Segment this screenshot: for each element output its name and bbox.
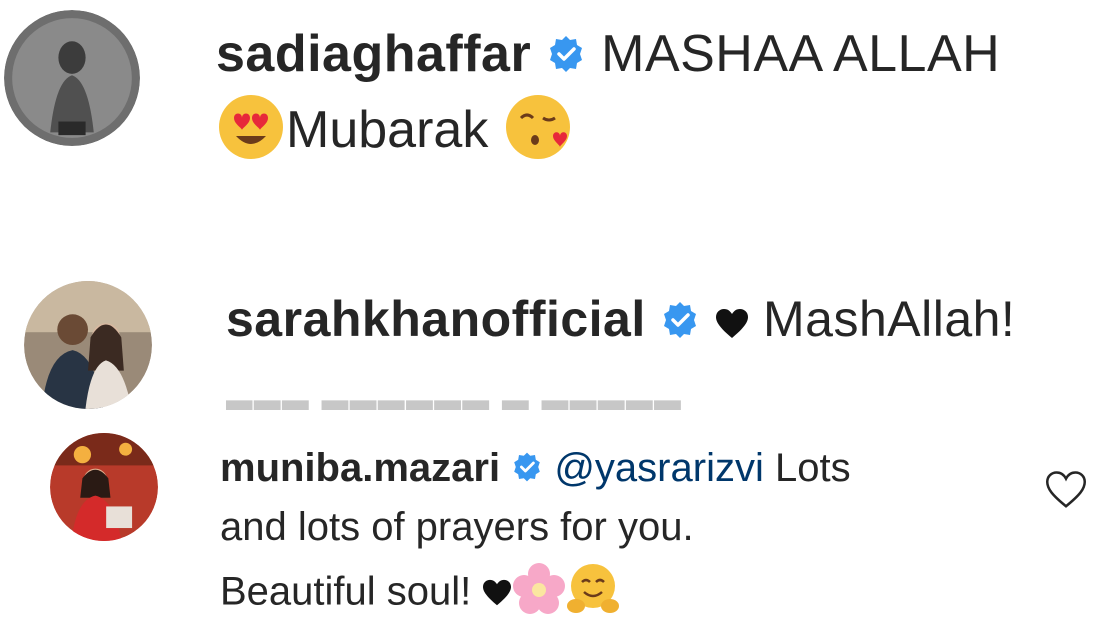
black-heart-emoji	[482, 572, 512, 617]
comment-line: sadiaghaffar MASHAA ALLAH	[216, 24, 1000, 87]
truncated-reply-text: ▇▇▇ ▇▇▇▇▇▇ ▇ ▇▇▇▇▇	[226, 396, 683, 410]
like-button[interactable]	[1044, 470, 1088, 510]
comment-line: Mubarak	[216, 92, 573, 175]
verified-badge-icon	[511, 448, 543, 493]
comment-line: muniba.mazari @yasrarizvi Lots	[220, 446, 851, 493]
cherry-blossom-emoji	[512, 562, 566, 626]
username[interactable]: muniba.mazari	[220, 446, 500, 490]
comment-text: Mubarak	[286, 101, 489, 160]
comment-line: and lots of prayers for you.	[220, 505, 694, 549]
black-heart-emoji	[715, 294, 749, 352]
avatar[interactable]	[4, 10, 140, 146]
verified-badge-icon	[546, 27, 586, 87]
mention-link[interactable]: @yasrarizvi	[554, 446, 764, 490]
comment-text: MASHAA ALLAH	[601, 25, 1001, 83]
comment-line: Beautiful soul!	[220, 562, 620, 626]
comment-text: Lots	[774, 446, 851, 490]
hugging-face-emoji	[566, 562, 620, 626]
comment-text: MashAllah!	[762, 291, 1016, 347]
username[interactable]: sadiaghaffar	[216, 25, 531, 83]
avatar[interactable]	[24, 281, 152, 409]
comment-line: sarahkhanofficial MashAllah!	[226, 290, 1015, 352]
username[interactable]: sarahkhanofficial	[226, 291, 646, 347]
kissing-heart-emoji	[503, 92, 573, 175]
comment-text: Beautiful soul!	[220, 569, 472, 614]
heart-outline-icon	[1044, 471, 1088, 514]
avatar[interactable]	[50, 433, 158, 541]
verified-badge-icon	[660, 294, 700, 352]
heart-eyes-emoji	[216, 92, 286, 175]
